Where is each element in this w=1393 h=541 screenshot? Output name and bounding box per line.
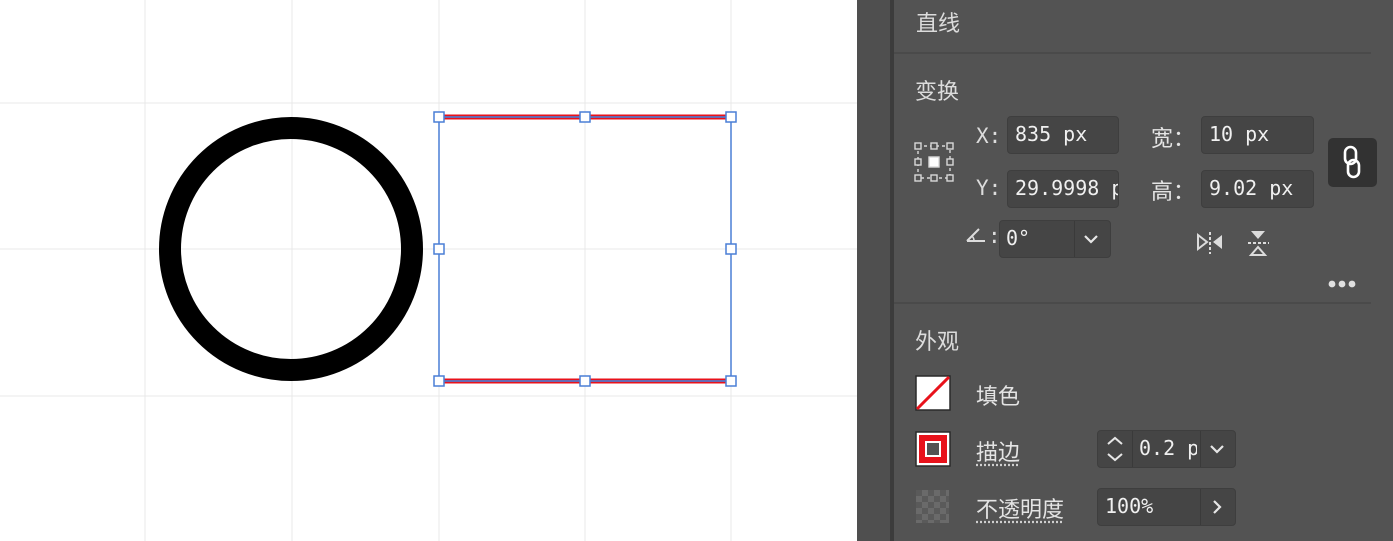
section-separator [894, 52, 1371, 54]
flip-horizontal-icon [1197, 232, 1222, 254]
chevron-down-icon[interactable] [1082, 231, 1100, 247]
flip-horizontal-button[interactable] [1195, 228, 1225, 258]
resize-handle[interactable] [433, 243, 445, 255]
field-divider [1200, 431, 1201, 467]
flip-vertical-icon [1248, 231, 1269, 256]
stroke-weight-value: 0.2 px [1139, 436, 1197, 460]
fill-swatch[interactable] [915, 375, 951, 411]
more-options-icon [1328, 280, 1356, 288]
field-divider [1132, 431, 1133, 467]
resize-handle[interactable] [725, 375, 737, 387]
canvas-grid [0, 0, 857, 541]
transform-section-title: 变换 [915, 80, 960, 105]
opacity-value: 100% [1105, 494, 1154, 518]
stroke-swatch-icon [915, 431, 951, 467]
no-fill-swatch-icon [915, 375, 951, 411]
resize-handle[interactable] [579, 375, 591, 387]
resize-handle[interactable] [433, 111, 445, 123]
field-divider [1200, 489, 1201, 525]
link-icon [1343, 145, 1361, 179]
opacity-checkerboard-icon [916, 490, 949, 523]
field-divider [1074, 221, 1075, 257]
width-input[interactable]: 10 px [1201, 116, 1314, 154]
chevron-right-icon[interactable] [1209, 498, 1225, 516]
height-input[interactable]: 9.02 px [1201, 170, 1314, 208]
height-label: 高： [1151, 180, 1196, 205]
width-label: 宽： [1151, 127, 1196, 152]
resize-handle[interactable] [725, 111, 737, 123]
opacity-input[interactable]: 100% [1097, 488, 1236, 526]
y-label: Y: [976, 176, 1002, 200]
object-type-title: 直线 [916, 12, 961, 37]
rotation-angle-value: 0° [1006, 226, 1031, 250]
stroke-weight-stepper[interactable]: 0.2 px [1097, 430, 1236, 468]
chevron-down-icon[interactable] [1208, 441, 1226, 457]
x-position-input[interactable]: 835 px [1007, 116, 1119, 154]
fill-label: 填色 [976, 385, 1021, 410]
stroke-swatch[interactable] [915, 431, 951, 467]
resize-handle[interactable] [579, 111, 591, 123]
artboard-canvas[interactable] [0, 0, 857, 541]
resize-handle[interactable] [433, 375, 445, 387]
flip-vertical-button[interactable] [1244, 228, 1274, 258]
panel-gutter [857, 0, 890, 541]
stroke-label[interactable]: 描边 [976, 435, 1020, 467]
opacity-label[interactable]: 不透明度 [976, 492, 1064, 524]
x-label: X: [976, 124, 1002, 148]
up-down-arrows-icon [1107, 436, 1123, 462]
stroke-weight-spinner[interactable] [1098, 431, 1132, 467]
appearance-section-title: 外观 [915, 330, 960, 355]
reference-point-icon[interactable] [914, 142, 954, 182]
section-separator [894, 302, 1371, 304]
resize-handle[interactable] [725, 243, 737, 255]
rotation-angle-input[interactable]: 0° [999, 220, 1111, 258]
constrain-proportions-button[interactable] [1328, 138, 1377, 187]
more-options-button[interactable] [1326, 276, 1360, 290]
y-position-input[interactable]: 29.9998 px [1007, 170, 1119, 208]
angle-icon [964, 224, 988, 246]
canvas-drawing [0, 0, 857, 541]
properties-panel: 直线 变换 X: 835 px Y: 29.9998 px 宽： 10 px 高… [894, 0, 1393, 541]
